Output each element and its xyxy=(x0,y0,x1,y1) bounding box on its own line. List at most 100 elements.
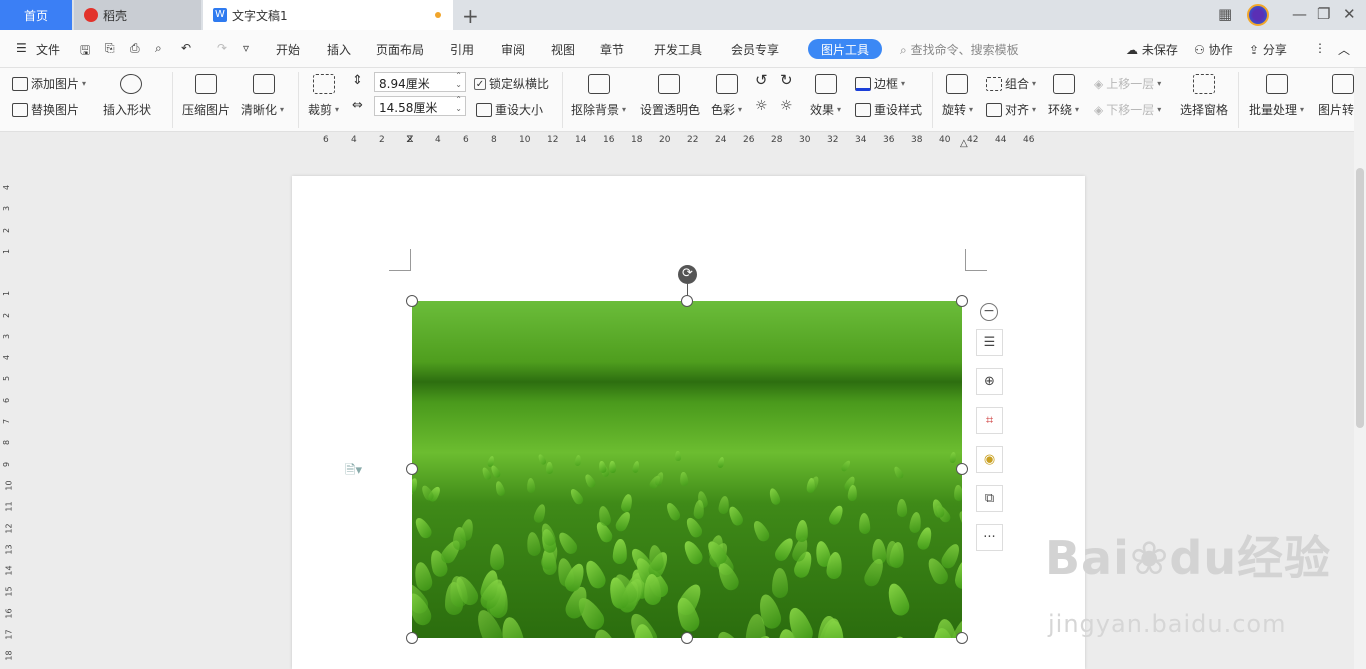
color-button[interactable]: 色彩 ▾ xyxy=(711,101,742,118)
right-indent-marker-icon[interactable]: △ xyxy=(960,138,968,149)
replace-picture-button[interactable]: 替换图片 xyxy=(12,101,79,118)
scrollbar-thumb[interactable] xyxy=(1356,168,1364,428)
crop-button[interactable]: 裁剪 ▾ xyxy=(308,101,339,118)
print-icon[interactable]: ⎙ xyxy=(130,41,140,56)
tab-document[interactable]: W 文字文稿1 xyxy=(203,0,453,30)
lock-ratio-checkbox[interactable]: ✓ 锁定纵横比 xyxy=(474,75,549,92)
paragraph-layout-icon[interactable]: 🗎▾ xyxy=(345,461,362,483)
menu-item-review[interactable]: 审阅 xyxy=(501,41,525,58)
restore-icon[interactable]: ❐ xyxy=(1317,5,1330,23)
search-icon: ⌕ xyxy=(900,43,907,57)
reset-style-button[interactable]: 重设样式 xyxy=(855,101,922,118)
print-preview-icon[interactable]: ⌕ xyxy=(155,41,162,56)
brightness-down-icon[interactable]: ☼ xyxy=(780,98,793,114)
crop-quick-button[interactable]: ⌗ xyxy=(976,407,1003,434)
menu-file[interactable]: 文件 xyxy=(36,41,60,58)
redo-icon[interactable]: ↷ xyxy=(217,41,227,55)
vertical-ruler[interactable]: 4 3 2 1 1 2 3 4 5 6 7 8 9 10 11 12 13 14 15 16 17 18 xyxy=(0,150,17,669)
cloud-unsaved-button[interactable]: ☁ 未保存 xyxy=(1126,41,1178,58)
collaborate-button[interactable]: ⚇ 协作 xyxy=(1194,41,1233,58)
export-pdf-icon[interactable]: ⎘ xyxy=(105,41,115,56)
send-backward-button[interactable]: ◈ 下移一层 ▾ xyxy=(1094,101,1161,118)
effect-button[interactable]: 效果 ▾ xyxy=(810,101,841,118)
menu-item-reference[interactable]: 引用 xyxy=(450,41,474,58)
resize-handle-br[interactable] xyxy=(956,632,968,644)
tea-field-photo[interactable] xyxy=(412,301,962,638)
menu-item-developer[interactable]: 开发工具 xyxy=(654,41,702,58)
vertical-scrollbar[interactable] xyxy=(1354,68,1366,669)
add-picture-button[interactable]: 添加图片 ▾ xyxy=(12,75,86,92)
collapse-minus-icon[interactable]: − xyxy=(980,303,998,321)
resize-handle-tr[interactable] xyxy=(956,295,968,307)
remove-background-button[interactable]: 抠除背景 ▾ xyxy=(571,101,626,118)
batch-process-button[interactable]: 批量处理 ▾ xyxy=(1249,101,1304,118)
tab-home[interactable]: 首页 xyxy=(0,0,72,30)
watermark-suffix: 经验 xyxy=(1237,531,1332,585)
command-search[interactable]: ⌕ 查找命令、搜索模板 xyxy=(900,41,1019,58)
ruler-top-tick: 4 xyxy=(435,135,441,145)
menu-item-picture-tools[interactable]: 图片工具 xyxy=(808,39,882,59)
collapse-ribbon-icon[interactable]: ︿ xyxy=(1338,41,1350,58)
undo-icon[interactable]: ↶ xyxy=(181,41,191,55)
menu-item-insert[interactable]: 插入 xyxy=(327,41,351,58)
menu-item-start[interactable]: 开始 xyxy=(276,41,300,58)
ruler-left-tick: 12 xyxy=(4,522,14,534)
rotate-handle-icon[interactable]: ⟳ xyxy=(678,265,697,284)
smart-tip-button[interactable]: ◉ xyxy=(976,446,1003,473)
share-button[interactable]: ⇪ 分享 xyxy=(1249,41,1287,58)
photo-leaf xyxy=(953,484,962,502)
photo-leaf xyxy=(614,509,634,534)
photo-leaf xyxy=(954,558,962,590)
new-tab-plus-icon[interactable]: + xyxy=(462,4,479,28)
picture-convert-button[interactable]: 图片转 xyxy=(1318,101,1354,118)
horizontal-ruler[interactable]: 6 4 2 2 4 6 8 10 12 14 16 18 20 22 24 26 28 30 32 34 36 38 40 4… xyxy=(0,132,1366,150)
rotate-label: 旋转 xyxy=(942,103,967,117)
resize-handle-b[interactable] xyxy=(681,632,693,644)
minimize-icon[interactable]: — xyxy=(1292,5,1307,23)
compress-picture-button[interactable]: 压缩图片 xyxy=(182,101,230,118)
zoom-preview-button[interactable]: ⊕ xyxy=(976,368,1003,395)
width-input[interactable]: 14.58厘米 xyxy=(374,95,466,116)
avatar[interactable] xyxy=(1247,4,1269,26)
picture-tools-ribbon: 添加图片▾ 替换图片 插入形状 压缩图片 清晰化▾ 裁剪▾ ⇕ 8.94厘米 ⇔… xyxy=(0,68,1366,132)
resize-handle-l[interactable] xyxy=(406,463,418,475)
tab-daoke[interactable]: 稻壳 xyxy=(74,0,201,30)
layout-options-button[interactable]: ☰ xyxy=(976,329,1003,356)
group-button[interactable]: 组合 ▾ xyxy=(986,75,1036,92)
menu-item-chapter[interactable]: 章节 xyxy=(600,41,624,58)
hamburger-icon[interactable]: ☰ xyxy=(16,41,27,55)
sharpen-button[interactable]: 清晰化 ▾ xyxy=(241,101,284,118)
menu-item-member[interactable]: 会员专享 xyxy=(731,41,779,58)
insert-shape-button[interactable]: 插入形状 xyxy=(103,101,151,118)
rotate-right-icon[interactable]: ↻ xyxy=(780,71,793,89)
apps-grid-icon[interactable]: ▦ xyxy=(1218,5,1232,23)
more-menu-icon[interactable]: ⋮ xyxy=(1314,41,1326,55)
height-input[interactable]: 8.94厘米 xyxy=(374,71,466,92)
more-label: ··· xyxy=(983,530,996,545)
resize-handle-t[interactable] xyxy=(681,295,693,307)
close-icon[interactable]: ✕ xyxy=(1343,5,1356,23)
selection-pane-button[interactable]: 选择窗格 xyxy=(1180,101,1228,118)
reset-size-button[interactable]: 重设大小 xyxy=(476,101,543,118)
menu-item-page-layout[interactable]: 页面布局 xyxy=(376,41,424,58)
more-options-button[interactable]: ··· xyxy=(976,524,1003,551)
rotate-button[interactable]: 旋转 ▾ xyxy=(942,101,973,118)
menu-item-view[interactable]: 视图 xyxy=(551,41,575,58)
align-button[interactable]: 对齐 ▾ xyxy=(986,101,1036,118)
color-icon xyxy=(716,74,738,94)
border-button[interactable]: 边框 ▾ xyxy=(855,75,905,92)
resize-handle-r[interactable] xyxy=(956,463,968,475)
rotate-left-icon[interactable]: ↺ xyxy=(755,71,768,89)
brightness-up-icon[interactable]: ☼ xyxy=(755,98,768,114)
search-placeholder: 查找命令、搜索模板 xyxy=(910,43,1019,57)
indent-marker-icon[interactable]: ⧖ xyxy=(406,132,414,146)
resize-handle-tl[interactable] xyxy=(406,295,418,307)
photo-leaf xyxy=(949,451,957,463)
wrap-button[interactable]: 环绕 ▾ xyxy=(1048,101,1079,118)
quick-access-dropdown-icon[interactable]: ▿ xyxy=(243,41,249,55)
bring-forward-button[interactable]: ◈ 上移一层 ▾ xyxy=(1094,75,1161,92)
save-icon[interactable]: 🖫 xyxy=(80,41,90,62)
resize-handle-bl[interactable] xyxy=(406,632,418,644)
set-transparent-button[interactable]: 设置透明色 xyxy=(640,101,700,118)
image-convert-button[interactable]: ⧉ xyxy=(976,485,1003,512)
